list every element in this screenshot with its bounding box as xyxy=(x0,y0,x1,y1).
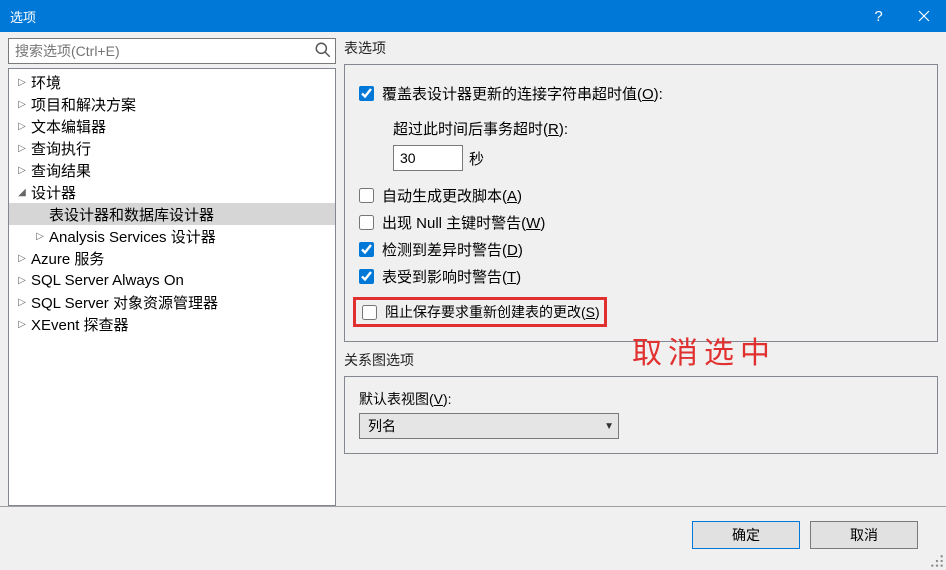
help-button[interactable]: ? xyxy=(856,0,901,32)
arrow-collapsed-icon: ▷ xyxy=(33,229,47,243)
arrow-collapsed-icon: ▷ xyxy=(15,97,29,111)
tree-item[interactable]: 表设计器和数据库设计器 xyxy=(9,203,335,225)
tree-item[interactable]: ▷文本编辑器 xyxy=(9,115,335,137)
tree-item-label: 项目和解决方案 xyxy=(31,94,136,115)
prevent-save-highlight: 阻止保存要求重新创建表的更改(S) xyxy=(353,297,607,327)
table-options-label: 表选项 xyxy=(344,38,938,58)
tree-item[interactable]: ◢设计器 xyxy=(9,181,335,203)
default-view-combo[interactable]: 列名 ▼ xyxy=(359,413,619,439)
prevent-save-label: 阻止保存要求重新创建表的更改(S) xyxy=(385,302,600,322)
tree-item-label: 文本编辑器 xyxy=(31,116,106,137)
search-input[interactable] xyxy=(8,38,336,64)
diff-warning-checkbox[interactable]: 检测到差异时警告(D) xyxy=(359,239,923,260)
auto-generate-script-checkbox[interactable]: 自动生成更改脚本(A) xyxy=(359,185,923,206)
arrow-collapsed-icon: ▷ xyxy=(15,273,29,287)
tree-item[interactable]: ▷SQL Server 对象资源管理器 xyxy=(9,291,335,313)
arrow-collapsed-icon xyxy=(33,207,47,221)
search-icon xyxy=(314,41,332,59)
close-button[interactable] xyxy=(901,0,946,32)
diagram-options-group: 默认表视图(V): 列名 ▼ xyxy=(344,376,938,454)
timeout-label: 超过此时间后事务超时(R): xyxy=(393,118,923,139)
arrow-collapsed-icon: ▷ xyxy=(15,295,29,309)
tree-item-label: 表设计器和数据库设计器 xyxy=(49,204,214,225)
tree-item-label: Azure 服务 xyxy=(31,248,104,269)
resize-grip-icon[interactable] xyxy=(930,554,944,568)
arrow-collapsed-icon: ▷ xyxy=(15,141,29,155)
default-view-label: 默认表视图(V): xyxy=(359,389,923,409)
options-tree[interactable]: ▷环境▷项目和解决方案▷文本编辑器▷查询执行▷查询结果◢设计器表设计器和数据库设… xyxy=(8,68,336,506)
tree-item[interactable]: ▷环境 xyxy=(9,71,335,93)
arrow-expanded-icon: ◢ xyxy=(15,185,29,199)
tree-item-label: 环境 xyxy=(31,72,61,93)
tree-item-label: Analysis Services 设计器 xyxy=(49,226,216,247)
tree-item[interactable]: ▷查询执行 xyxy=(9,137,335,159)
chevron-down-icon: ▼ xyxy=(604,421,614,432)
titlebar: 选项 ? xyxy=(0,0,946,32)
tree-item-label: SQL Server 对象资源管理器 xyxy=(31,292,218,313)
timeout-input[interactable] xyxy=(393,145,463,171)
ok-button[interactable]: 确定 xyxy=(692,521,800,549)
arrow-collapsed-icon: ▷ xyxy=(15,119,29,133)
tree-item-label: SQL Server Always On xyxy=(31,272,184,289)
arrow-collapsed-icon: ▷ xyxy=(15,75,29,89)
tree-item-label: XEvent 探查器 xyxy=(31,314,129,335)
tree-item-label: 查询执行 xyxy=(31,138,91,159)
tree-item-label: 查询结果 xyxy=(31,160,91,181)
tree-item[interactable]: ▷XEvent 探查器 xyxy=(9,313,335,335)
tree-item[interactable]: ▷查询结果 xyxy=(9,159,335,181)
cancel-button[interactable]: 取消 xyxy=(810,521,918,549)
tree-item[interactable]: ▷Analysis Services 设计器 xyxy=(9,225,335,247)
override-connection-checkbox[interactable]: 覆盖表设计器更新的连接字符串超时值(O): xyxy=(359,83,923,104)
null-pk-warning-checkbox[interactable]: 出现 Null 主键时警告(W) xyxy=(359,212,923,233)
affected-warning-checkbox[interactable]: 表受到影响时警告(T) xyxy=(359,266,923,287)
window-title: 选项 xyxy=(10,7,856,26)
arrow-collapsed-icon: ▷ xyxy=(15,317,29,331)
tree-item[interactable]: ▷Azure 服务 xyxy=(9,247,335,269)
timeout-unit: 秒 xyxy=(469,148,484,169)
tree-item[interactable]: ▷项目和解决方案 xyxy=(9,93,335,115)
tree-item-label: 设计器 xyxy=(31,182,76,203)
arrow-collapsed-icon: ▷ xyxy=(15,251,29,265)
tree-item[interactable]: ▷SQL Server Always On xyxy=(9,269,335,291)
close-icon xyxy=(918,10,930,22)
dialog-footer: 确定 取消 xyxy=(0,506,946,562)
arrow-collapsed-icon: ▷ xyxy=(15,163,29,177)
annotation-text: 取消选中 xyxy=(632,328,776,372)
table-options-group: 覆盖表设计器更新的连接字符串超时值(O): 超过此时间后事务超时(R): 秒 自… xyxy=(344,64,938,342)
prevent-save-checkbox[interactable] xyxy=(362,305,377,320)
